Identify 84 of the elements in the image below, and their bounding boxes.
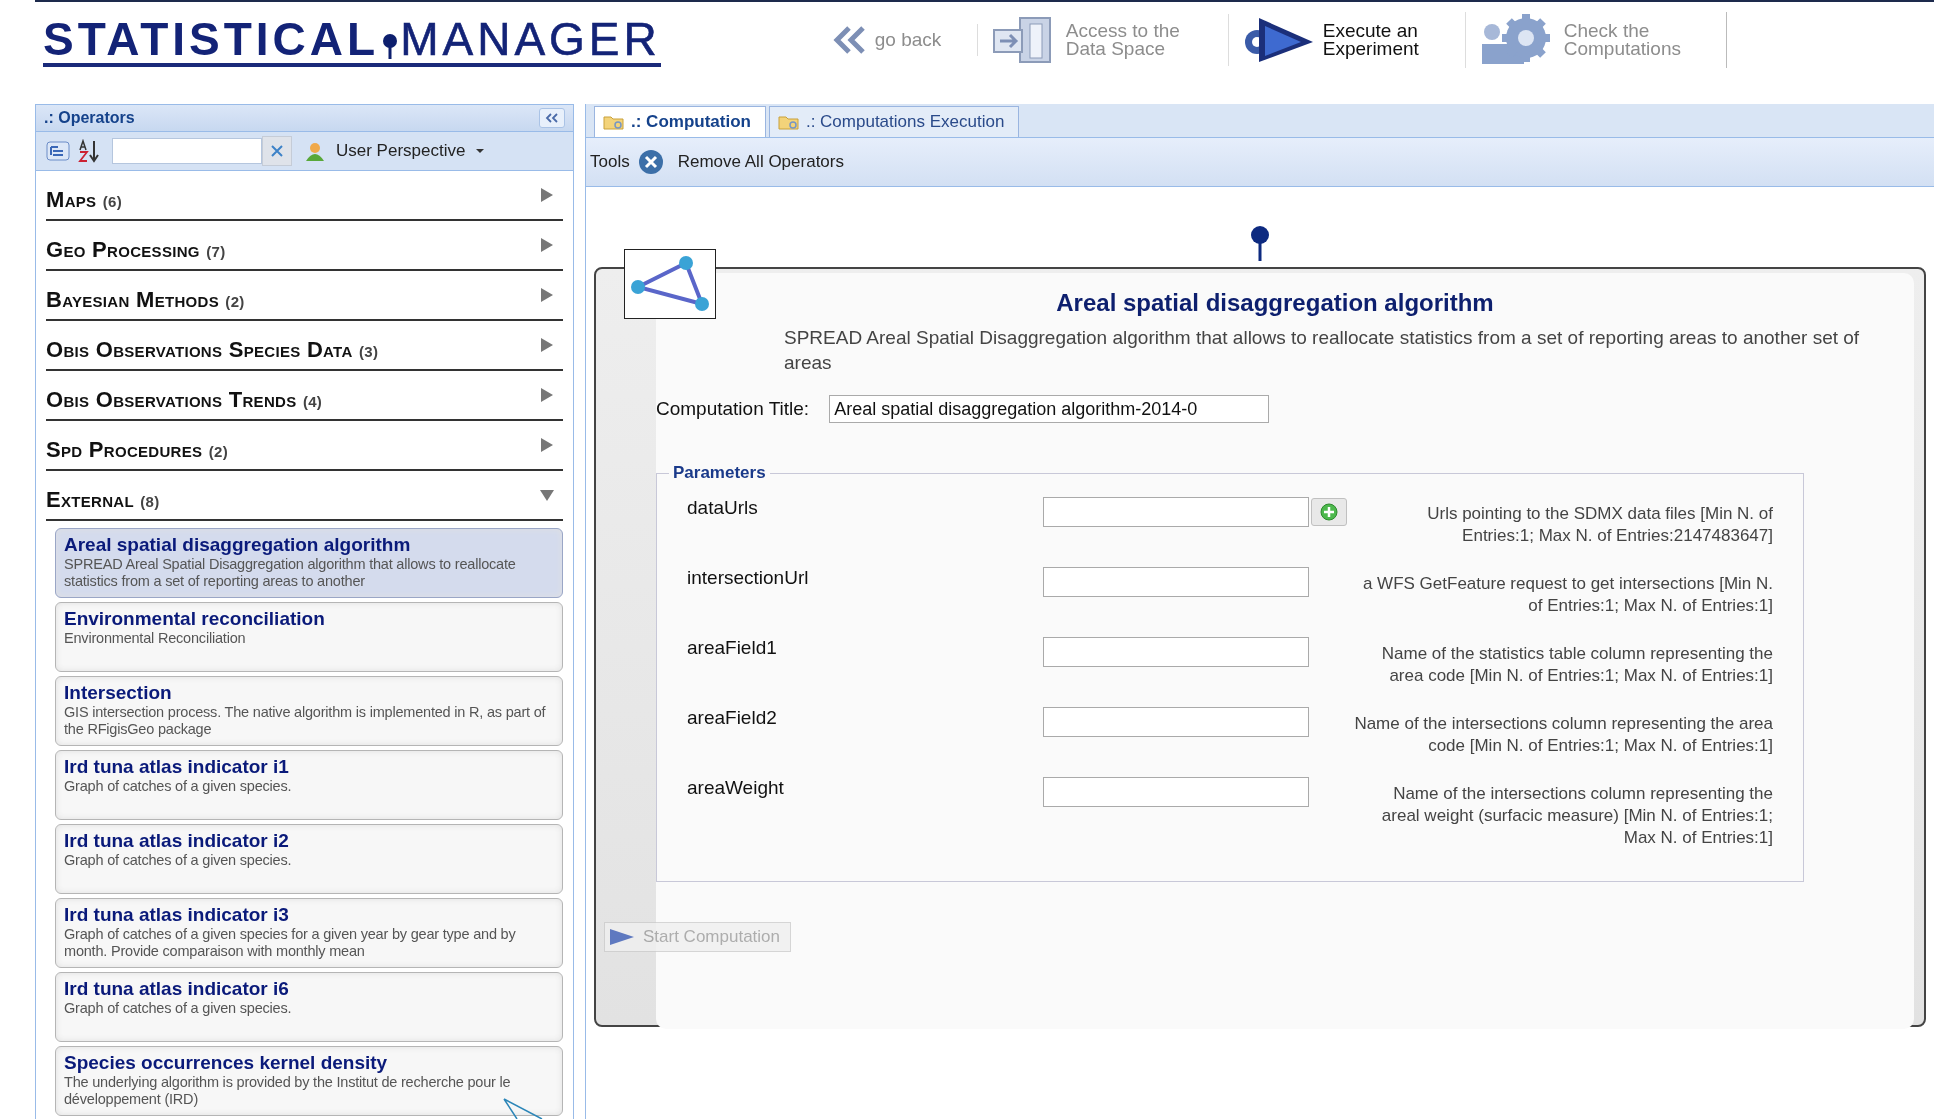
nav-link[interactable]: Execute an Experiment bbox=[1228, 12, 1466, 68]
parameter-name: areaWeight bbox=[687, 776, 785, 799]
operator-card[interactable]: Species occurrences kernel density The underlying algorithm is provided by the Institut de recherche pour le développement (IRD) bbox=[55, 1046, 563, 1116]
parameter-description: Name of the statistics table column representing the area code [Min N. of Entries:1; Max N. of Entries:1] bbox=[1380, 643, 1773, 687]
tab[interactable]: .: Computations Execution bbox=[768, 106, 1020, 137]
tab[interactable]: .: Computation bbox=[594, 106, 766, 137]
operator-card[interactable]: Environmental reconciliation Environmental Reconciliation bbox=[55, 602, 563, 672]
plus-icon bbox=[1320, 503, 1338, 521]
category-header[interactable]: Maps (6) bbox=[46, 171, 563, 221]
triangle-right-icon bbox=[539, 287, 555, 303]
clear-button[interactable] bbox=[262, 136, 292, 166]
triangle-right-icon bbox=[539, 437, 555, 453]
connector-drawing bbox=[503, 1098, 543, 1119]
folder-icon bbox=[603, 114, 625, 130]
operator-description: Graph of catches of a given species. bbox=[64, 778, 293, 795]
input-field[interactable] bbox=[1043, 637, 1309, 667]
category-header[interactable]: Bayesian Methods (2) bbox=[46, 271, 563, 321]
operator-description: Graph of catches of a given species. bbox=[64, 852, 293, 869]
search-field[interactable] bbox=[112, 138, 262, 164]
input-field[interactable] bbox=[1043, 777, 1309, 807]
operator-description: SPREAD Areal Spatial Disaggregation algorithm that allows to reallocate statistics from a set of reporting areas to another set of areas bbox=[784, 326, 1861, 375]
panel-title: .: Operators bbox=[44, 109, 135, 127]
operator-description: Graph of catches of a given species. bbox=[64, 1000, 293, 1017]
folder-icon bbox=[777, 114, 800, 130]
parameter-description: Name of the intersections column representing the areal weight (surfacic measure) [Min N. of Entries:1; Max N. of Entries:1] bbox=[1380, 783, 1773, 849]
input-field[interactable] bbox=[1043, 497, 1309, 527]
operator-description: Environmental Reconciliation bbox=[64, 630, 247, 647]
input-field[interactable] bbox=[1043, 567, 1309, 597]
operator-card[interactable]: Ird tuna atlas indicator i2 Graph of catches of a given species. bbox=[55, 824, 563, 894]
input-field[interactable] bbox=[1043, 707, 1309, 737]
parameter-name: areaField2 bbox=[687, 706, 778, 729]
operator-title: Intersection bbox=[64, 682, 173, 704]
triangle-right-icon bbox=[539, 387, 555, 403]
category-header[interactable]: Obis Observations Trends (4) bbox=[46, 371, 563, 421]
operator-title: Ird tuna atlas indicator i3 bbox=[64, 904, 290, 926]
sort-az-icon[interactable] bbox=[78, 139, 100, 163]
operator-title: Areal spatial disaggregation algorithm bbox=[64, 534, 412, 556]
operator-description: GIS intersection process. The native algorithm is implemented in R, as part of the RFigisGeo package bbox=[64, 704, 547, 738]
triangle-right-icon bbox=[539, 187, 555, 203]
parameter-description: a WFS GetFeature request to get intersections [Min N. of Entries:1; Max N. of Entries:1] bbox=[1361, 573, 1773, 617]
play-icon bbox=[609, 928, 635, 946]
close-icon bbox=[271, 145, 283, 157]
parameter-description: Urls pointing to the SDMX data files [Min N. of Entries:1; Max N. of Entries:2147483647] bbox=[1426, 503, 1773, 547]
toolbar-label: Tools bbox=[590, 152, 630, 172]
operator-card[interactable]: Areal spatial disaggregation algorithm SPREAD Areal Spatial Disaggregation algorithm that allows to reallocate statistics from a set of reporting areas to another bbox=[55, 528, 563, 598]
category-header[interactable]: Obis Observations Species Data (3) bbox=[46, 321, 563, 371]
operator-title: Ird tuna atlas indicator i2 bbox=[64, 830, 290, 852]
add-button[interactable] bbox=[1311, 498, 1347, 526]
parameter-name: dataUrls bbox=[687, 496, 759, 519]
field-label: Computation Title: bbox=[656, 398, 810, 420]
operator-card[interactable]: Ird tuna atlas indicator i1 Graph of catches of a given species. bbox=[55, 750, 563, 820]
collapse-button[interactable] bbox=[539, 108, 565, 128]
parameter-name: intersectionUrl bbox=[687, 566, 810, 589]
operator-card[interactable]: Ird tuna atlas indicator i6 Graph of catches of a given species. bbox=[55, 972, 563, 1042]
operator-card[interactable]: Ird tuna atlas indicator i3 Graph of catches of a given species for a given year by gear type and by month. Provide comparaison with monthly mean bbox=[55, 898, 563, 968]
caret-icon bbox=[475, 148, 486, 154]
perspective-dropdown[interactable]: User Perspective bbox=[300, 141, 490, 161]
user-icon bbox=[304, 141, 326, 161]
triangle-down-icon bbox=[539, 487, 555, 503]
triangle-right-icon bbox=[539, 237, 555, 253]
operator-description: The underlying algorithm is provided by the Institut de recherche pour le développement (IRD) bbox=[64, 1074, 512, 1108]
category-header[interactable]: Geo Processing (7) bbox=[46, 221, 563, 271]
remove-all-button[interactable]: Remove All Operators bbox=[637, 149, 844, 175]
operator-card[interactable]: Intersection GIS intersection process. The native algorithm is implemented in R, as part of the RFigisGeo package bbox=[55, 676, 563, 746]
operator-description: SPREAD Areal Spatial Disaggregation algorithm that allows to reallocate statistics from a set of reporting areas to another bbox=[64, 556, 517, 590]
tree-view-icon[interactable] bbox=[46, 141, 70, 161]
parameter-description: Name of the intersections column representing the area code [Min N. of Entries:1; Max N. of Entries:1] bbox=[1353, 713, 1773, 757]
double-chevron-icon bbox=[545, 113, 559, 123]
pin-icon bbox=[1250, 225, 1270, 261]
parameter-name: areaField1 bbox=[687, 636, 778, 659]
operator-title: Environmental reconciliation bbox=[64, 608, 326, 630]
category-header[interactable]: Spd Procedures (2) bbox=[46, 421, 563, 471]
close-circle-icon bbox=[637, 149, 664, 175]
operator-title: Species occurrences kernel density bbox=[64, 1052, 389, 1074]
title-field[interactable]: Areal spatial disaggregation algorithm-2014-0 bbox=[829, 395, 1270, 423]
operator-title: Areal spatial disaggregation algorithm bbox=[1055, 289, 1495, 317]
operator-title: Ird tuna atlas indicator i1 bbox=[64, 756, 290, 778]
category-header[interactable]: External (8) bbox=[46, 471, 563, 521]
triangle-right-icon bbox=[539, 337, 555, 353]
logo-text: STATISTICAL bbox=[43, 15, 380, 63]
operator-description: Graph of catches of a given species for a given year by gear type and by month. Provide comparaison with monthly mean bbox=[64, 926, 517, 960]
logo-text: MANAGER bbox=[400, 15, 661, 63]
group-legend: Parameters bbox=[669, 463, 770, 483]
operator-title: Ird tuna atlas indicator i6 bbox=[64, 978, 290, 1000]
